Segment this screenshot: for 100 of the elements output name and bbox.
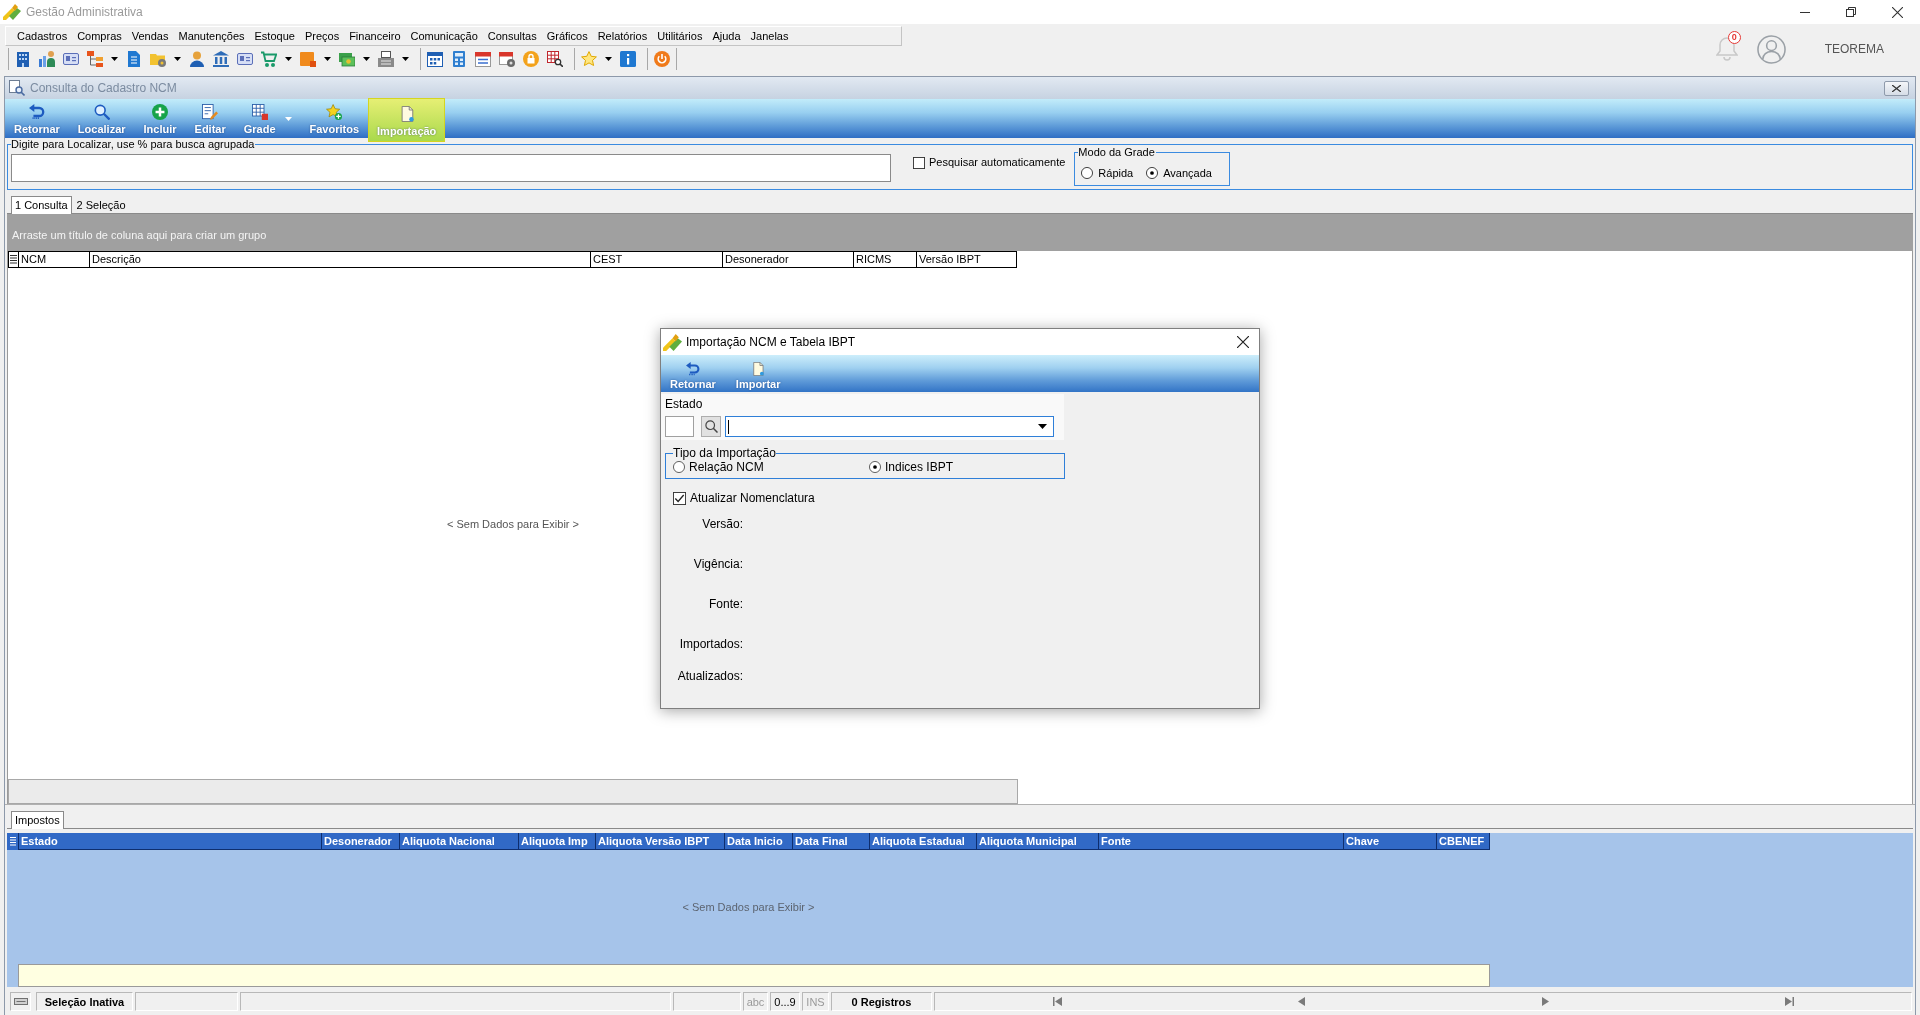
menu-item[interactable]: Preços: [299, 30, 345, 42]
menu-item[interactable]: Utilitários: [652, 30, 708, 42]
first-icon[interactable]: [1052, 997, 1062, 1006]
column-header[interactable]: Desonerador: [723, 251, 854, 268]
calendar-icon[interactable]: [475, 50, 491, 67]
checkbox-label[interactable]: Atualizar Nomenclatura: [690, 491, 815, 505]
edit-document-icon: [202, 104, 219, 120]
column-chooser-button[interactable]: [7, 833, 19, 850]
building-icon[interactable]: [15, 50, 31, 67]
search-button[interactable]: [701, 416, 721, 437]
column-header[interactable]: Descrição: [90, 251, 591, 268]
menu-item[interactable]: Relatórios: [592, 30, 653, 42]
info-icon[interactable]: [620, 50, 636, 67]
person-icon[interactable]: [189, 50, 205, 67]
menu-item[interactable]: Compras: [72, 30, 127, 42]
last-icon[interactable]: [1784, 997, 1794, 1006]
tab[interactable]: 1 Consulta: [11, 196, 72, 214]
caret-icon[interactable]: [605, 56, 612, 61]
info-label: Atualizados:: [677, 669, 743, 685]
close-button[interactable]: [1884, 80, 1909, 96]
column-header[interactable]: Desonerador: [322, 833, 400, 850]
column-header[interactable]: Aliquota Imp: [519, 833, 596, 850]
bell-icon[interactable]: [1715, 36, 1738, 62]
caret-icon[interactable]: [1038, 424, 1047, 429]
org-chart-icon[interactable]: [87, 50, 103, 67]
column-header[interactable]: Chave: [1344, 833, 1437, 850]
caret-icon[interactable]: [174, 56, 181, 61]
box-icon[interactable]: [300, 50, 316, 67]
undo-arrow-icon: [685, 362, 700, 376]
caret-icon[interactable]: [111, 56, 118, 61]
column-header[interactable]: Estado: [19, 833, 322, 850]
info-label: Fonte:: [708, 597, 743, 613]
radio-button[interactable]: [1146, 166, 1159, 179]
calendar-gear-icon[interactable]: [499, 50, 515, 67]
column-chooser-button[interactable]: [8, 251, 19, 268]
checkbox-label[interactable]: Pesquisar automaticamente: [929, 156, 1066, 169]
column-header[interactable]: CBENEF: [1437, 833, 1490, 850]
bank-icon[interactable]: [213, 50, 229, 67]
search-field[interactable]: [11, 154, 891, 182]
checkbox[interactable]: [913, 157, 925, 169]
column-header[interactable]: Aliquota Versão IBPT: [596, 833, 725, 850]
table-search-icon[interactable]: [547, 50, 563, 67]
empty-message: < Sem Dados para Exibir >: [446, 517, 580, 530]
radio-label[interactable]: Relação NCM: [689, 460, 764, 474]
money-icon[interactable]: [339, 50, 355, 67]
close-icon[interactable]: [1891, 6, 1903, 18]
column-header[interactable]: Data Final: [793, 833, 870, 850]
menu-item[interactable]: Manutenções: [173, 30, 250, 42]
previous-icon[interactable]: [1296, 997, 1306, 1006]
column-header[interactable]: Aliquota Estadual: [870, 833, 977, 850]
tab[interactable]: 2 Seleção: [72, 196, 130, 213]
menu-item[interactable]: Estoque: [249, 30, 300, 42]
star-icon[interactable]: [581, 50, 597, 67]
column-header[interactable]: Versão IBPT: [917, 251, 1017, 268]
menu-item[interactable]: Janelas: [745, 30, 794, 42]
grid-icon: [251, 104, 268, 120]
keyboard-icon: [13, 998, 28, 1005]
restore-icon[interactable]: [1846, 7, 1856, 17]
printer-icon[interactable]: [378, 50, 394, 67]
cart-icon[interactable]: [261, 50, 277, 67]
caret-icon[interactable]: [402, 56, 409, 61]
column-header[interactable]: RICMS: [854, 251, 917, 268]
menu-item[interactable]: Financeiro: [344, 30, 406, 42]
state-dropdown[interactable]: [725, 416, 1054, 437]
document-icon[interactable]: [126, 50, 142, 67]
column-header[interactable]: Fonte: [1099, 833, 1344, 850]
id-card-icon[interactable]: [63, 50, 79, 67]
id-card-icon[interactable]: [237, 50, 253, 67]
next-icon[interactable]: [1540, 997, 1550, 1006]
radio-button[interactable]: [869, 461, 881, 473]
radio-label[interactable]: Indices IBPT: [885, 460, 954, 474]
radio-label[interactable]: Avançada: [1163, 166, 1212, 179]
checkbox[interactable]: [673, 491, 686, 505]
minimize-icon[interactable]: [1800, 11, 1810, 13]
menu-item[interactable]: Comunicação: [405, 30, 483, 42]
menu-item[interactable]: Vendas: [126, 30, 174, 42]
calculator-icon[interactable]: [451, 50, 467, 67]
caret-icon[interactable]: [285, 56, 292, 61]
radio-button[interactable]: [673, 461, 685, 473]
close-icon[interactable]: [1237, 336, 1249, 348]
caret-icon[interactable]: [324, 56, 331, 61]
menu-item[interactable]: Gráficos: [541, 30, 593, 42]
calendar-grid-icon[interactable]: [427, 50, 443, 67]
column-header[interactable]: CEST: [591, 251, 723, 268]
people-chart-icon[interactable]: [39, 50, 55, 67]
column-header[interactable]: Aliquota Municipal: [977, 833, 1099, 850]
radio-label[interactable]: Rápida: [1098, 166, 1134, 179]
column-header[interactable]: NCM: [19, 251, 90, 268]
menu-item[interactable]: Cadastros: [12, 30, 73, 42]
menu-item[interactable]: Consultas: [482, 30, 542, 42]
caret-icon[interactable]: [363, 56, 370, 61]
column-header[interactable]: Aliquota Nacional: [400, 833, 519, 850]
radio-button[interactable]: [1081, 166, 1094, 179]
user-name[interactable]: TEOREMA: [1824, 42, 1884, 56]
menu-item[interactable]: Ajuda: [707, 30, 746, 42]
column-header[interactable]: Data Inicio: [725, 833, 793, 850]
toolbar-button[interactable]: Localizar: [68, 99, 135, 138]
state-code-field[interactable]: [665, 416, 694, 437]
power-icon[interactable]: [654, 50, 670, 67]
tab[interactable]: Impostos: [11, 811, 64, 829]
